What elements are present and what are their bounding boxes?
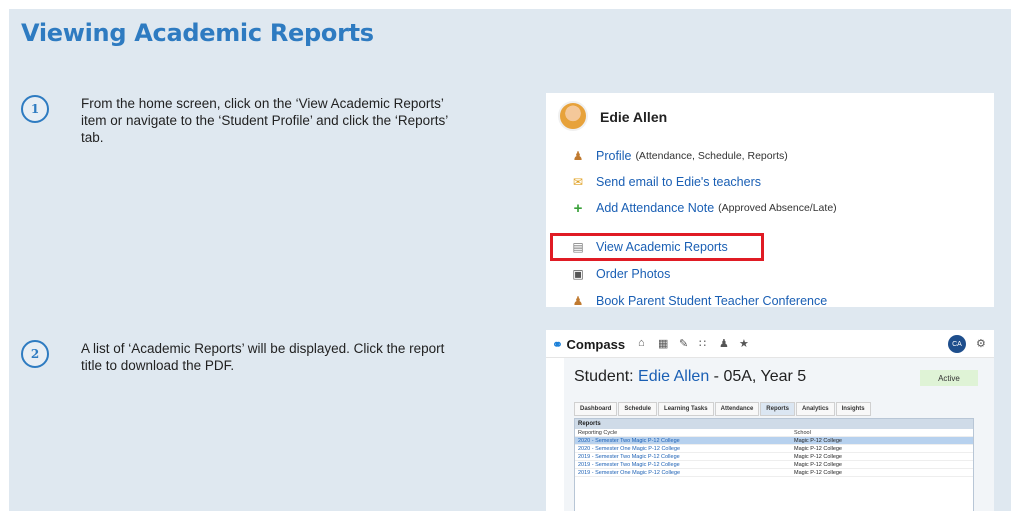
table-cell: Magic P-12 College [794,446,842,452]
table-row[interactable]: 2019 - Semester Two Magic P-12 College M… [575,461,973,469]
tab-dashboard[interactable]: Dashboard [574,402,618,416]
highlight-box [550,233,764,261]
menu-item-send-email[interactable]: ✉ Send email to Edie's teachers [570,173,761,191]
report-link[interactable]: 2020 - Semester Two Magic P-12 College [575,437,791,444]
menu-item-sub: (Attendance, Schedule, Reports) [635,150,788,162]
reports-table-title: Reports [575,419,973,429]
people-icon: ♟ [572,294,584,308]
menu-item-label: Profile [596,149,632,163]
table-cell: Magic P-12 College [794,470,842,476]
menu-item-label: Book Parent Student Teacher Conference [596,294,828,308]
column-header: School [794,430,811,436]
grid-icon[interactable]: ∷ [699,337,706,350]
envelope-icon: ✉ [572,175,584,189]
profile-tabs: Dashboard Schedule Learning Tasks Attend… [574,402,872,416]
step-number-1: 1 [21,95,49,123]
compass-topbar: ⚭ Compass ⌂ ▦ ✎ ∷ ♟ ★ CA ⚙ [546,330,994,358]
report-link[interactable]: 2020 - Semester One Magic P-12 College [575,445,791,452]
profile-menu-screenshot: Edie Allen ♟ Profile (Attendance, Schedu… [546,93,994,310]
user-icon: ♟ [572,149,584,163]
tab-learning-tasks[interactable]: Learning Tasks [658,402,714,416]
avatar [558,101,588,131]
student-name: Edie Allen [600,109,668,125]
student-heading: Student: Edie Allen - 05A, Year 5 [574,368,807,385]
menu-item-book-conference[interactable]: ♟ Book Parent Student Teacher Conference [570,292,828,310]
menu-item-add-attendance-note[interactable]: + Add Attendance Note (Approved Absence/… [570,199,837,217]
report-link[interactable]: 2019 - Semester Two Magic P-12 College [575,461,791,468]
report-link[interactable]: 2019 - Semester One Magic P-12 College [575,469,791,476]
tab-attendance[interactable]: Attendance [714,402,760,416]
table-row[interactable]: 2020 - Semester Two Magic P-12 College M… [575,437,973,445]
calendar-icon[interactable]: ▦ [658,337,668,350]
step-number-2: 2 [21,340,49,368]
home-icon[interactable]: ⌂ [638,337,645,349]
menu-item-profile[interactable]: ♟ Profile (Attendance, Schedule, Reports… [570,147,788,165]
gear-icon[interactable]: ⚙ [976,337,986,350]
menu-item-sub: (Approved Absence/Late) [718,202,837,214]
camera-icon: ▣ [572,267,584,281]
report-link[interactable]: 2019 - Semester Two Magic P-12 College [575,453,791,460]
menu-item-label: Add Attendance Note [596,201,715,215]
compass-reports-screenshot: ⚭ Compass ⌂ ▦ ✎ ∷ ♟ ★ CA ⚙ Student: Edie… [546,330,994,511]
menu-item-label: Order Photos [596,267,671,281]
student-profile: Student: Edie Allen - 05A, Year 5 Active… [564,358,994,511]
table-row[interactable]: 2020 - Semester One Magic P-12 College M… [575,445,973,453]
tab-schedule[interactable]: Schedule [618,402,658,416]
step-text-2: A list of ‘Academic Reports’ will be dis… [81,341,445,373]
status-badge: Active [920,370,978,386]
menu-item-order-photos[interactable]: ▣ Order Photos [570,265,670,283]
reports-table: Reports Reporting Cycle School 2020 - Se… [574,418,974,511]
tab-analytics[interactable]: Analytics [795,402,835,416]
pencil-icon[interactable]: ✎ [679,337,688,350]
people-icon[interactable]: ♟ [719,337,729,350]
menu-item-label: Send email to Edie's teachers [596,175,761,189]
logo-text: Compass [566,337,626,352]
plus-icon: + [573,199,583,217]
student-link[interactable]: Edie Allen [638,368,709,385]
tab-insights[interactable]: Insights [835,402,871,416]
step-text-1: From the home screen, click on the ‘View… [81,96,448,145]
table-row[interactable]: 2019 - Semester One Magic P-12 College M… [575,469,973,477]
instruction-page: Viewing Academic Reports 1 From the home… [9,9,1011,511]
tab-reports[interactable]: Reports [760,402,795,416]
star-icon[interactable]: ★ [739,337,749,350]
table-cell: Magic P-12 College [794,438,842,444]
table-cell: Magic P-12 College [794,462,842,468]
user-avatar[interactable]: CA [948,335,966,353]
column-header: Reporting Cycle [578,430,618,436]
table-header: Reporting Cycle School [575,429,973,437]
table-cell: Magic P-12 College [794,454,842,460]
compass-icon: ⚭ [552,337,563,352]
compass-logo[interactable]: ⚭ Compass [552,337,625,353]
table-row[interactable]: 2019 - Semester Two Magic P-12 College M… [575,453,973,461]
page-title: Viewing Academic Reports [21,19,374,47]
